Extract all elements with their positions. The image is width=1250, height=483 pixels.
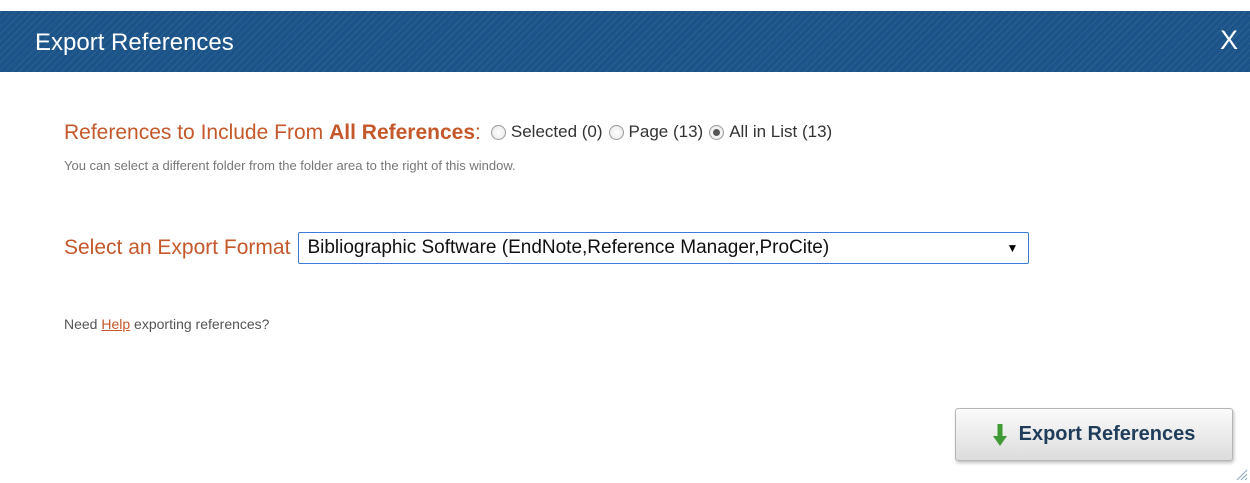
help-link[interactable]: Help <box>101 316 130 332</box>
folder-hint: You can select a different folder from t… <box>64 158 516 173</box>
export-references-button[interactable]: Export References <box>955 408 1233 461</box>
include-colon: : <box>475 121 481 144</box>
radio-selected-label[interactable]: Selected (0) <box>511 122 603 142</box>
format-row: Select an Export Format Bibliographic So… <box>64 232 1030 264</box>
radio-page-label[interactable]: Page (13) <box>629 122 704 142</box>
resize-grip-icon[interactable] <box>1234 467 1248 481</box>
radio-selected[interactable] <box>490 125 506 140</box>
caret-down-icon: ▼ <box>1006 241 1019 255</box>
dialog-title: Export References <box>35 29 234 56</box>
help-prefix: Need <box>64 316 102 332</box>
radio-option-selected[interactable]: Selected (0) <box>490 122 603 142</box>
arrow-down-icon <box>992 423 1007 446</box>
export-references-dialog: Export References X References to Includ… <box>0 0 1250 483</box>
help-text: Need Help exporting references? <box>64 316 269 332</box>
dialog-titlebar[interactable]: Export References X <box>0 11 1250 72</box>
export-references-button-label: Export References <box>1018 423 1196 445</box>
radio-all-in-list[interactable] <box>709 125 725 140</box>
radio-option-page[interactable]: Page (13) <box>608 122 704 142</box>
help-suffix: exporting references? <box>130 316 270 332</box>
export-format-select[interactable]: Bibliographic Software (EndNote,Referenc… <box>298 232 1030 264</box>
folder-name: All References <box>329 121 476 144</box>
format-label: Select an Export Format <box>64 236 291 259</box>
include-row: References to Include From All Reference… <box>64 121 838 145</box>
radio-option-all-in-list[interactable]: All in List (13) <box>709 122 832 142</box>
export-format-value: Bibliographic Software (EndNote,Referenc… <box>307 237 830 258</box>
close-button[interactable]: X <box>1220 25 1238 55</box>
radio-page[interactable] <box>608 125 624 140</box>
include-label: References to Include From <box>64 121 324 144</box>
radio-all-in-list-label[interactable]: All in List (13) <box>729 122 832 142</box>
